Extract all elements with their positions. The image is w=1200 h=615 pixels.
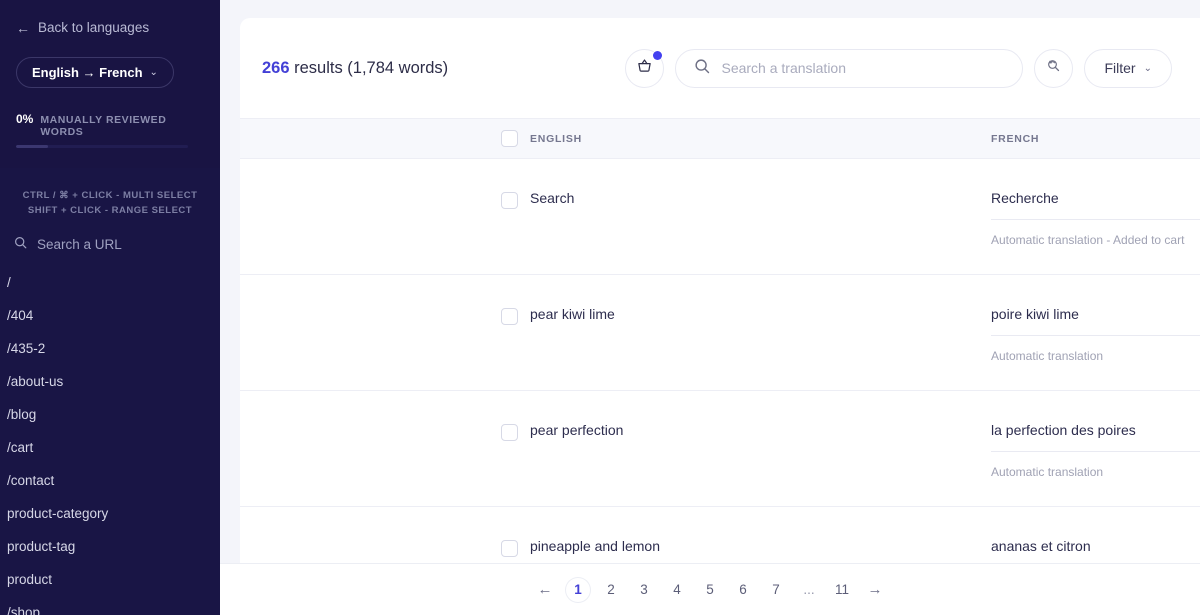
search-icon: [14, 236, 27, 252]
table-header-row: ENGLISH FRENCH CREATION DATE ↑ </>: [240, 118, 1200, 159]
table-row[interactable]: pear perfection la perfection des poires…: [240, 391, 1200, 507]
results-summary: 266 results (1,784 words): [262, 59, 448, 78]
basket-icon: [637, 58, 652, 78]
translation-meta: Automatic translation: [991, 349, 1104, 363]
card-header: 266 results (1,784 words) Search a trans…: [240, 18, 1200, 118]
url-list-item[interactable]: product-category: [0, 497, 220, 530]
table-body: Search Recherche Automatic translation -…: [240, 159, 1200, 563]
results-count: 266: [262, 58, 290, 77]
translations-card: 266 results (1,784 words) Search a trans…: [240, 18, 1200, 563]
row-checkbox[interactable]: [501, 192, 518, 209]
results-suffix: results (1,784 words): [289, 58, 449, 77]
cart-button[interactable]: [625, 48, 665, 88]
pagination-prev[interactable]: ←: [532, 577, 558, 603]
back-to-languages-label: Back to languages: [38, 20, 150, 35]
search-icon: [694, 58, 710, 79]
url-list-item[interactable]: product-tag: [0, 530, 220, 563]
sidebar: ← Back to languages English → French ⌄ 0…: [0, 0, 220, 615]
language-pair-label: English → French: [32, 65, 143, 80]
french-translation-input[interactable]: Recherche: [991, 190, 1200, 220]
pagination-ellipsis: ...: [803, 582, 815, 597]
cell-english: pear perfection: [530, 422, 624, 438]
pagination-page-5[interactable]: 5: [697, 577, 723, 603]
url-search-input[interactable]: Search a URL: [0, 218, 220, 266]
url-list-item[interactable]: /404: [0, 299, 220, 332]
filter-label: Filter: [1104, 60, 1136, 76]
pagination-page-4[interactable]: 4: [664, 577, 690, 603]
row-checkbox[interactable]: [501, 540, 518, 557]
search-refresh-icon: [1046, 58, 1061, 78]
pagination-next[interactable]: →: [862, 577, 888, 603]
url-list: / /404 /435-2 /about-us /blog /cart /con…: [0, 266, 220, 615]
url-list-item[interactable]: /about-us: [0, 365, 220, 398]
search-refresh-button[interactable]: [1034, 48, 1074, 88]
select-all-checkbox[interactable]: [501, 130, 518, 147]
french-translation-input[interactable]: ananas et citron: [991, 538, 1200, 563]
app-root: ← Back to languages English → French ⌄ 0…: [0, 0, 1200, 615]
header-tools: Filter ⌄: [625, 48, 1172, 88]
chevron-down-icon: ⌄: [1143, 62, 1152, 74]
reviewed-percent: 0%: [16, 112, 34, 126]
pagination-page-11[interactable]: 11: [829, 577, 855, 603]
table-row[interactable]: pear kiwi lime poire kiwi lime Automatic…: [240, 275, 1200, 391]
row-checkbox[interactable]: [501, 424, 518, 441]
search-input[interactable]: [721, 60, 1005, 76]
url-list-item[interactable]: product: [0, 563, 220, 596]
url-list-item[interactable]: /: [0, 266, 220, 299]
pagination-page-2[interactable]: 2: [598, 577, 624, 603]
pagination-page-1[interactable]: 1: [565, 577, 591, 603]
french-translation-input[interactable]: la perfection des poires: [991, 422, 1200, 452]
back-to-languages-link[interactable]: ← Back to languages: [16, 18, 204, 37]
cart-badge-dot: [653, 50, 663, 60]
reviewed-progress-bar: [16, 145, 188, 148]
french-translation-input[interactable]: poire kiwi lime: [991, 306, 1200, 336]
reviewed-progress: 0% MANUALLY REVIEWED WORDS: [16, 112, 204, 138]
chevron-down-icon: ⌄: [149, 67, 158, 78]
column-header-english[interactable]: ENGLISH: [530, 133, 582, 145]
cell-english: pineapple and lemon: [530, 538, 660, 554]
reviewed-label: MANUALLY REVIEWED WORDS: [40, 114, 167, 138]
table-row[interactable]: Search Recherche Automatic translation -…: [240, 159, 1200, 275]
pagination-page-6[interactable]: 6: [730, 577, 756, 603]
reviewed-progress-fill: [16, 145, 48, 148]
cell-english: Search: [530, 190, 575, 206]
translation-meta: Automatic translation - Added to cart: [991, 233, 1185, 247]
pagination-page-3[interactable]: 3: [631, 577, 657, 603]
cell-english: pear kiwi lime: [530, 306, 615, 322]
url-search-placeholder: Search a URL: [37, 236, 122, 252]
url-list-item[interactable]: /cart: [0, 431, 220, 464]
filter-button[interactable]: Filter ⌄: [1084, 48, 1172, 88]
cell-french: poire kiwi lime Automatic translation: [991, 306, 1200, 363]
url-list-item[interactable]: /shop: [0, 596, 220, 615]
translation-meta: Automatic translation: [991, 465, 1104, 479]
pagination-page-7[interactable]: 7: [763, 577, 789, 603]
selection-hints: CTRL / ⌘ + CLICK - MULTI SELECT SHIFT + …: [0, 168, 220, 218]
url-list-item[interactable]: /435-2: [0, 332, 220, 365]
column-header-french[interactable]: FRENCH: [991, 133, 1039, 145]
translation-search-box[interactable]: [675, 48, 1024, 88]
row-checkbox[interactable]: [501, 308, 518, 325]
url-list-item[interactable]: /blog: [0, 398, 220, 431]
language-pair-selector[interactable]: English → French ⌄: [16, 57, 174, 88]
main-panel: 266 results (1,784 words) Search a trans…: [220, 0, 1200, 615]
table-row[interactable]: pineapple and lemon ananas et citron: [240, 507, 1200, 563]
cell-french: Recherche Automatic translation - Added …: [991, 190, 1200, 247]
url-list-item[interactable]: /contact: [0, 464, 220, 497]
arrow-left-icon: ←: [16, 19, 30, 36]
hint-range-select: SHIFT + CLICK - RANGE SELECT: [27, 205, 193, 217]
hint-multi-select: CTRL / ⌘ + CLICK - MULTI SELECT: [22, 190, 198, 201]
sidebar-top-section: ← Back to languages English → French ⌄ 0…: [0, 0, 220, 168]
cell-french: la perfection des poires Automatic trans…: [991, 422, 1200, 479]
cell-french: ananas et citron: [991, 538, 1200, 563]
pagination: ← 1 2 3 4 5 6 7 ... 11 →: [220, 563, 1200, 615]
